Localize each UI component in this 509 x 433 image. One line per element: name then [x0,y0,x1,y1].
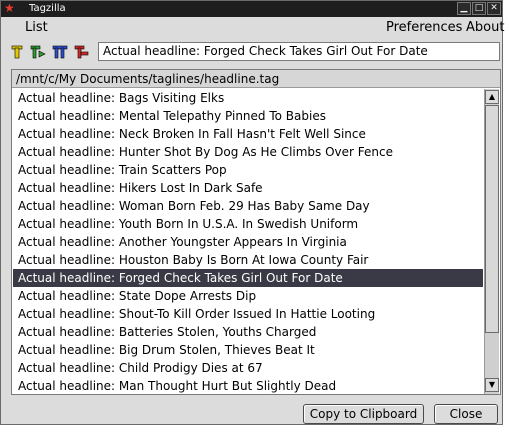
copy-to-clipboard-button[interactable]: Copy to Clipboard [303,404,424,424]
close-button[interactable]: Close [434,404,498,424]
list-item[interactable]: Actual headline: Train Scatters Pop [13,161,483,179]
title-bar[interactable]: ★ Tagzilla ▁ □ ✕ [1,1,502,17]
scroll-up-icon[interactable]: ▲ [485,90,499,104]
tagzilla-window: ★ Tagzilla ▁ □ ✕ List Preferences About [0,0,504,425]
tag-blue-icon[interactable] [52,44,68,60]
list-item[interactable]: Actual headline: Man Thought Hurt But Sl… [13,377,483,394]
vertical-scrollbar[interactable]: ▲ ▼ [484,89,499,394]
list-item[interactable]: Actual headline: Woman Born Feb. 29 Has … [13,197,483,215]
file-path-label: /mnt/c/My Documents/taglines/headline.ta… [12,70,500,88]
list-item[interactable]: Actual headline: Houston Baby Is Born At… [13,251,483,269]
list-item[interactable]: Actual headline: Child Prodigy Dies at 6… [13,359,483,377]
menu-list-label: List [25,20,48,35]
minimize-icon[interactable]: ▁ [457,2,471,15]
list-item[interactable]: Actual headline: Another Youngster Appea… [13,233,483,251]
tagline-list-panel: /mnt/c/My Documents/taglines/headline.ta… [11,69,501,395]
list-item[interactable]: Actual headline: State Dope Arrests Dip [13,287,483,305]
list-item[interactable]: Actual headline: Hikers Lost In Dark Saf… [13,179,483,197]
list-item[interactable]: Actual headline: Neck Broken In Fall Has… [13,125,483,143]
menu-list[interactable]: List [25,20,48,35]
tag-yellow-icon[interactable] [10,44,26,60]
list-item[interactable]: Actual headline: Youth Born In U.S.A. In… [13,215,483,233]
menu-preferences[interactable]: Preferences [386,20,462,35]
list-item[interactable]: Actual headline: Mental Telepathy Pinned… [13,107,483,125]
tagline-list[interactable]: Actual headline: Bags Visiting Elks Actua… [13,89,483,394]
list-item[interactable]: Actual headline: Shout-To Kill Order Iss… [13,305,483,323]
menu-bar: List Preferences About [1,17,504,39]
scrollbar-thumb[interactable] [485,105,499,333]
scroll-down-icon[interactable]: ▼ [485,378,499,392]
menu-about[interactable]: About [466,20,504,35]
maximize-icon[interactable]: □ [472,2,486,15]
close-window-icon[interactable]: ✕ [487,2,501,15]
list-item[interactable]: Actual headline: Big Drum Stolen, Thieve… [13,341,483,359]
list-item[interactable]: Actual headline: Bags Visiting Elks [13,89,483,107]
window-title: Tagzilla [29,3,66,14]
tag-red-icon[interactable] [73,44,89,60]
tag-green-icon[interactable] [30,44,46,60]
list-item[interactable]: Actual headline: Batteries Stolen, Youth… [13,323,483,341]
menu-preferences-label: Preferences [386,20,463,35]
menu-about-label: About [466,20,505,35]
list-item-selected[interactable]: Actual headline: Forged Check Takes Girl… [13,269,483,287]
list-item[interactable]: Actual headline: Hunter Shot By Dog As H… [13,143,483,161]
app-star-icon[interactable]: ★ [4,2,17,15]
headline-field[interactable]: Actual headline: Forged Check Takes Girl… [98,42,500,61]
